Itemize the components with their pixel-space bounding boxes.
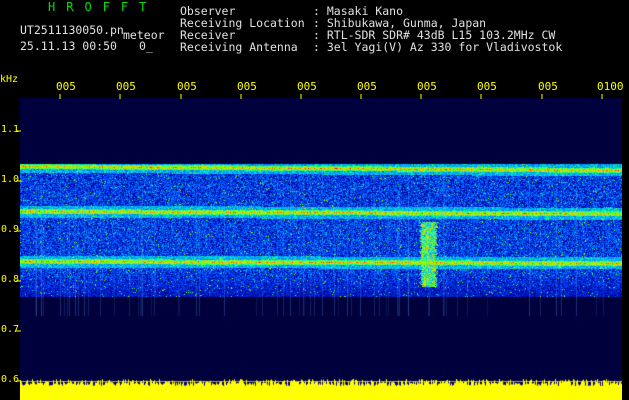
y-tick-label: 0.7 — [1, 324, 20, 335]
y-tick-label: 0.8 — [1, 274, 20, 285]
spectrogram-canvas — [20, 98, 622, 400]
x-tick-label: 005 — [237, 80, 257, 93]
antenna-value: : 3el Yagi(V) Az 330 for Vladivostok — [313, 40, 563, 54]
header: HROFFT UT2511130050.pn meteor 25.11.13 0… — [0, 0, 629, 72]
x-tick-label: 005 — [297, 80, 317, 93]
x-tick-label: 005 — [477, 80, 497, 93]
counter: 0_ — [139, 39, 153, 53]
x-tick-label: 005 — [56, 80, 76, 93]
antenna-label: Receiving Antenna — [180, 40, 298, 54]
x-tick-label: 005 — [417, 80, 437, 93]
spectrogram-plot — [20, 98, 622, 400]
x-tick-label: 005 — [177, 80, 197, 93]
app-title: HROFFT — [48, 0, 158, 14]
x-tick-label: 005 — [116, 80, 136, 93]
y-tick-label: 0.9 — [1, 224, 20, 235]
x-tick-label: 0100 — [597, 80, 624, 93]
datetime: 25.11.13 00:50 — [20, 39, 117, 53]
y-tick-label: 0.6 — [1, 374, 20, 385]
y-tick-label: 1.1 — [1, 124, 20, 135]
y-tick-label: 1.0 — [1, 174, 20, 185]
x-tick-label: 005 — [538, 80, 558, 93]
y-axis-unit: kHz — [0, 74, 19, 85]
x-tick-label: 005 — [357, 80, 377, 93]
filename: UT2511130050.pn — [20, 23, 124, 37]
